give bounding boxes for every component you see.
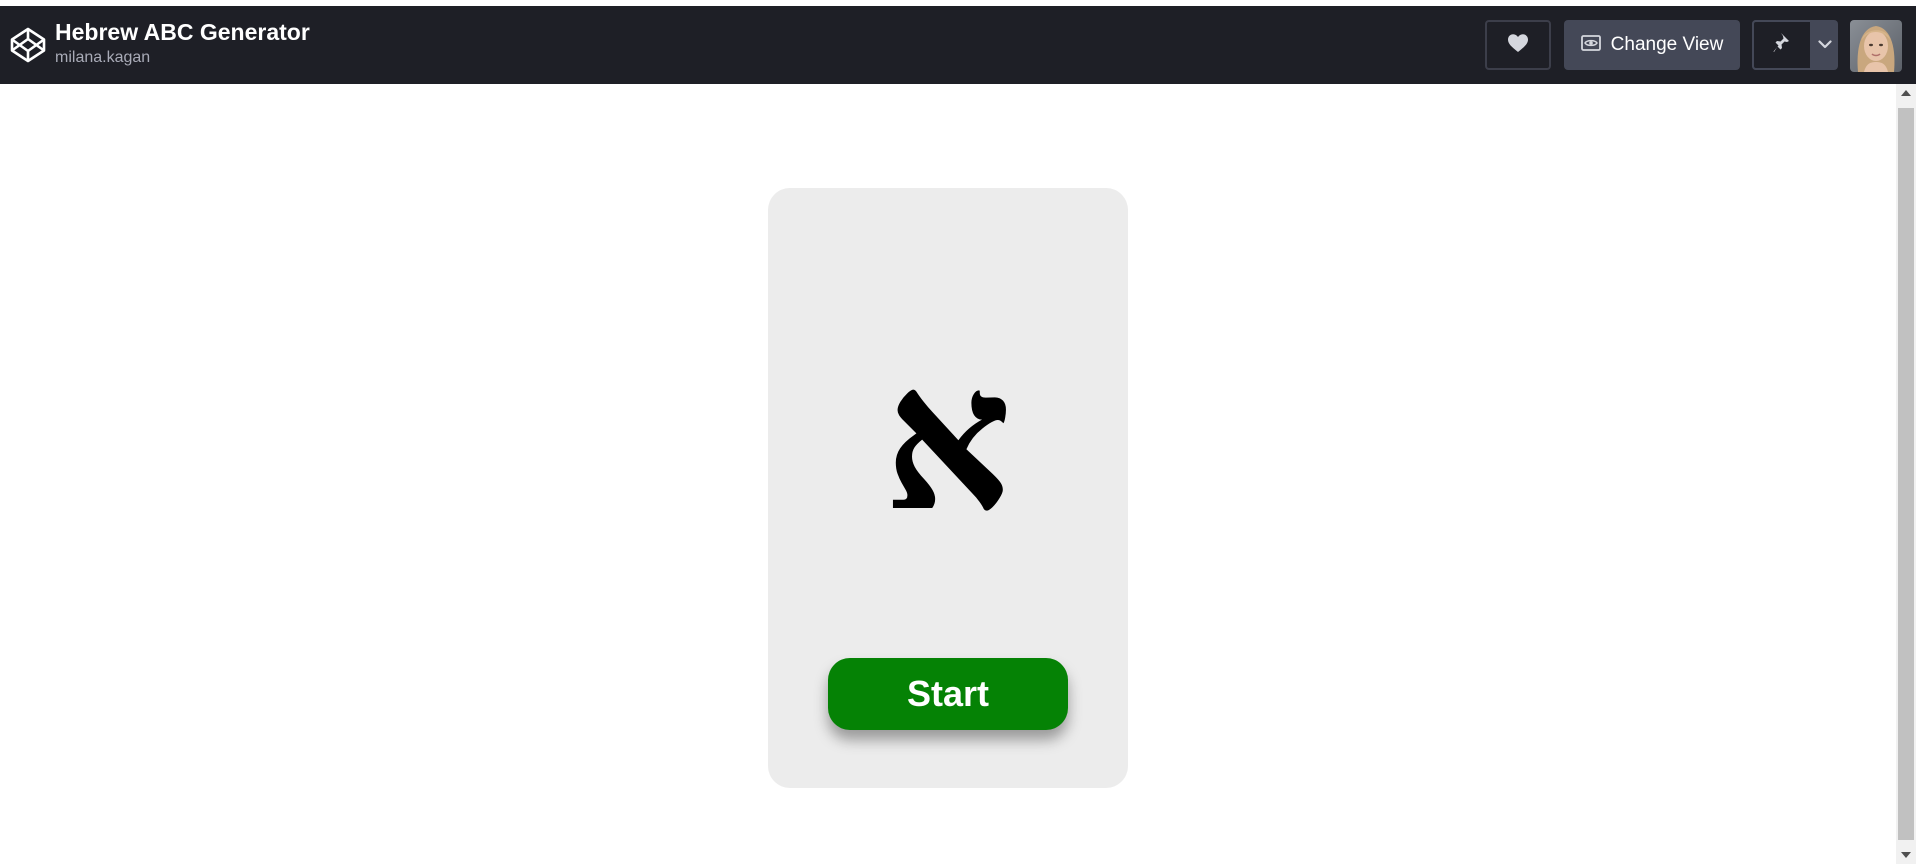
chevron-down-icon [1818,36,1832,54]
change-view-label: Change View [1610,34,1724,55]
like-button[interactable] [1485,20,1551,70]
start-button[interactable]: Start [828,658,1068,730]
user-avatar[interactable] [1850,20,1902,72]
preview-area: א Start [0,84,1896,864]
letter-text: א [884,353,1012,533]
letter-card: א Start [768,188,1128,788]
pin-group [1752,20,1838,70]
letter-glyph: א [884,353,1012,533]
pen-title[interactable]: Hebrew ABC Generator [55,18,310,46]
pin-dropdown-button[interactable] [1812,20,1838,70]
change-view-button[interactable]: Change View [1564,20,1740,70]
pin-button[interactable] [1752,20,1812,70]
eye-icon [1580,34,1601,56]
scroll-down-arrow-icon[interactable] [1896,846,1916,864]
pen-title-block: Hebrew ABC Generator milana.kagan [55,18,310,68]
scrollbar-thumb[interactable] [1898,108,1914,840]
scroll-up-arrow-icon[interactable] [1896,84,1916,102]
pen-owner[interactable]: milana.kagan [55,48,310,68]
hebrew-letter: א [868,348,1028,538]
pin-icon [1772,32,1792,59]
vertical-scrollbar[interactable] [1896,84,1916,864]
heart-icon [1507,33,1529,58]
pen-header: Hebrew ABC Generator milana.kagan Change… [0,6,1916,84]
codepen-logo-icon[interactable] [8,25,48,65]
